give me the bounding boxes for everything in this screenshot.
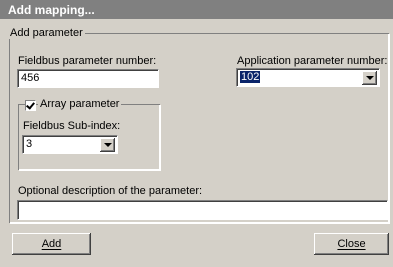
window-title: Add mapping...: [8, 3, 95, 17]
application-parameter-value: 102: [240, 71, 261, 83]
close-button-label: Close: [337, 238, 366, 250]
array-parameter-checkbox[interactable]: [25, 100, 36, 111]
application-parameter-label: Application parameter number:: [237, 55, 388, 67]
title-bar[interactable]: Add mapping...: [0, 0, 393, 19]
close-button[interactable]: Close: [314, 233, 389, 255]
chevron-down-icon[interactable]: [100, 138, 115, 152]
fieldbus-subindex-select[interactable]: 3: [22, 135, 118, 154]
add-button-label: Add: [41, 238, 62, 250]
description-input[interactable]: [17, 200, 388, 220]
fieldbus-subindex-label: Fieldbus Sub-index:: [23, 120, 121, 132]
chevron-down-icon[interactable]: [362, 71, 377, 85]
add-button[interactable]: Add: [12, 233, 91, 255]
add-parameter-group-label: Add parameter: [8, 27, 85, 39]
description-label: Optional description of the parameter:: [18, 185, 203, 197]
array-parameter-label: Array parameter: [38, 98, 122, 110]
fieldbus-parameter-input[interactable]: 456: [17, 69, 159, 88]
fieldbus-subindex-value: 3: [26, 138, 33, 150]
fieldbus-parameter-label: Fieldbus parameter number:: [18, 55, 157, 67]
application-parameter-select[interactable]: 102: [236, 68, 380, 87]
